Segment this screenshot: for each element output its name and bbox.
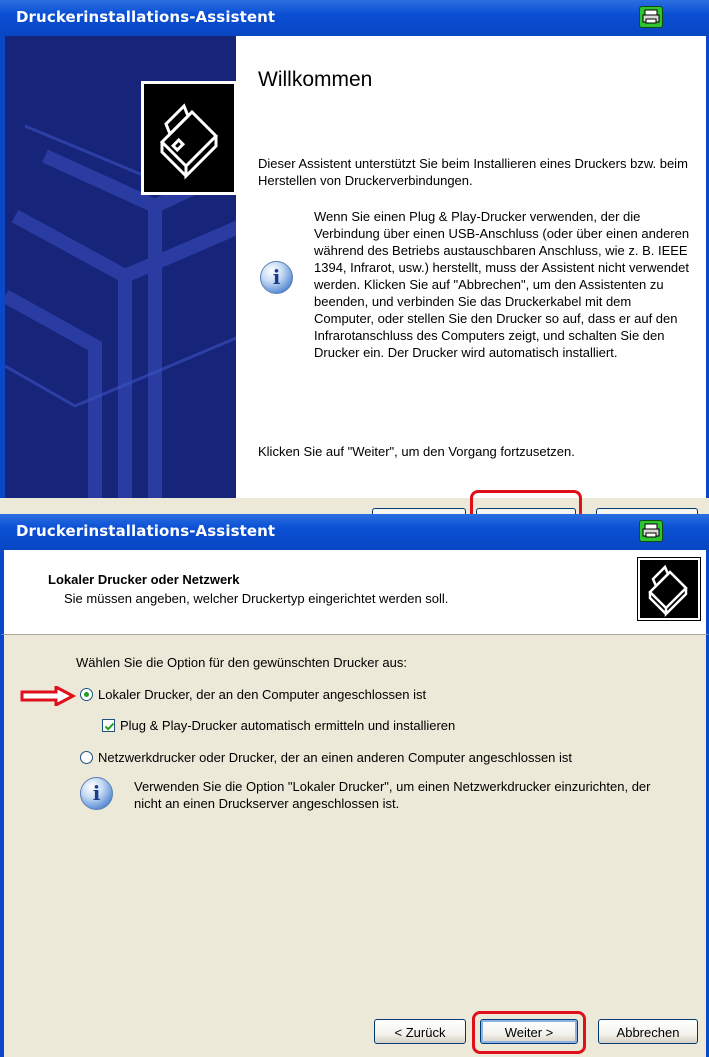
option-pnp-detect[interactable]: Plug & Play-Drucker automatisch ermittel… <box>102 718 455 733</box>
pnp-label[interactable]: Plug & Play-Drucker automatisch ermittel… <box>120 718 455 733</box>
back-button[interactable]: < Zurück <box>374 1019 466 1044</box>
page-title: Lokaler Drucker oder Netzwerk <box>48 572 240 587</box>
welcome-heading: Willkommen <box>258 68 373 91</box>
dialog2-titlebar[interactable]: Druckerinstallations-Assistent <box>0 514 709 550</box>
dialog2-body: Wählen Sie die Option für den gewünschte… <box>0 635 709 1057</box>
local-printer-info: Verwenden Sie die Option "Lokaler Drucke… <box>134 779 651 811</box>
local-printer-label[interactable]: Lokaler Drucker, der an den Computer ang… <box>98 687 426 702</box>
dialog2-header: Lokaler Drucker oder Netzwerk Sie müssen… <box>0 550 709 635</box>
dialog2-title: Druckerinstallations-Assistent <box>16 522 276 540</box>
option-network-printer[interactable]: Netzwerkdrucker oder Drucker, der an ein… <box>80 750 572 765</box>
printer-icon <box>639 6 663 28</box>
red-arrow-icon <box>20 686 76 706</box>
dialog1-button-bar <box>0 490 709 520</box>
pnp-checkbox[interactable] <box>102 719 115 732</box>
printer-icon <box>637 557 701 621</box>
printer-icon <box>639 520 663 542</box>
network-printer-radio[interactable] <box>80 751 93 764</box>
option-local-printer[interactable]: Lokaler Drucker, der an den Computer ang… <box>80 687 426 702</box>
next-button-highlight <box>472 1011 586 1054</box>
info-icon: i <box>260 261 293 294</box>
network-printer-label[interactable]: Netzwerkdrucker oder Drucker, der an ein… <box>98 750 572 765</box>
printer-icon <box>141 81 236 195</box>
page-subtitle: Sie müssen angeben, welcher Druckertyp e… <box>64 591 449 606</box>
plug-and-play-info: Wenn Sie einen Plug & Play-Drucker verwe… <box>314 209 690 360</box>
local-printer-radio[interactable] <box>80 688 93 701</box>
dialog1-title: Druckerinstallations-Assistent <box>16 8 276 26</box>
wizard-sidebar <box>0 36 236 498</box>
info-icon: i <box>80 777 113 810</box>
cancel-button[interactable]: Abbrechen <box>598 1019 698 1044</box>
continue-text: Klicken Sie auf "Weiter", um den Vorgang… <box>258 444 575 459</box>
intro-text: Dieser Assistent unterstützt Sie beim In… <box>258 156 688 188</box>
dialog1-titlebar[interactable]: Druckerinstallations-Assistent <box>0 0 709 36</box>
option-prompt: Wählen Sie die Option für den gewünschte… <box>76 655 407 670</box>
dialog1-content: Willkommen Dieser Assistent unterstützt … <box>236 36 709 498</box>
